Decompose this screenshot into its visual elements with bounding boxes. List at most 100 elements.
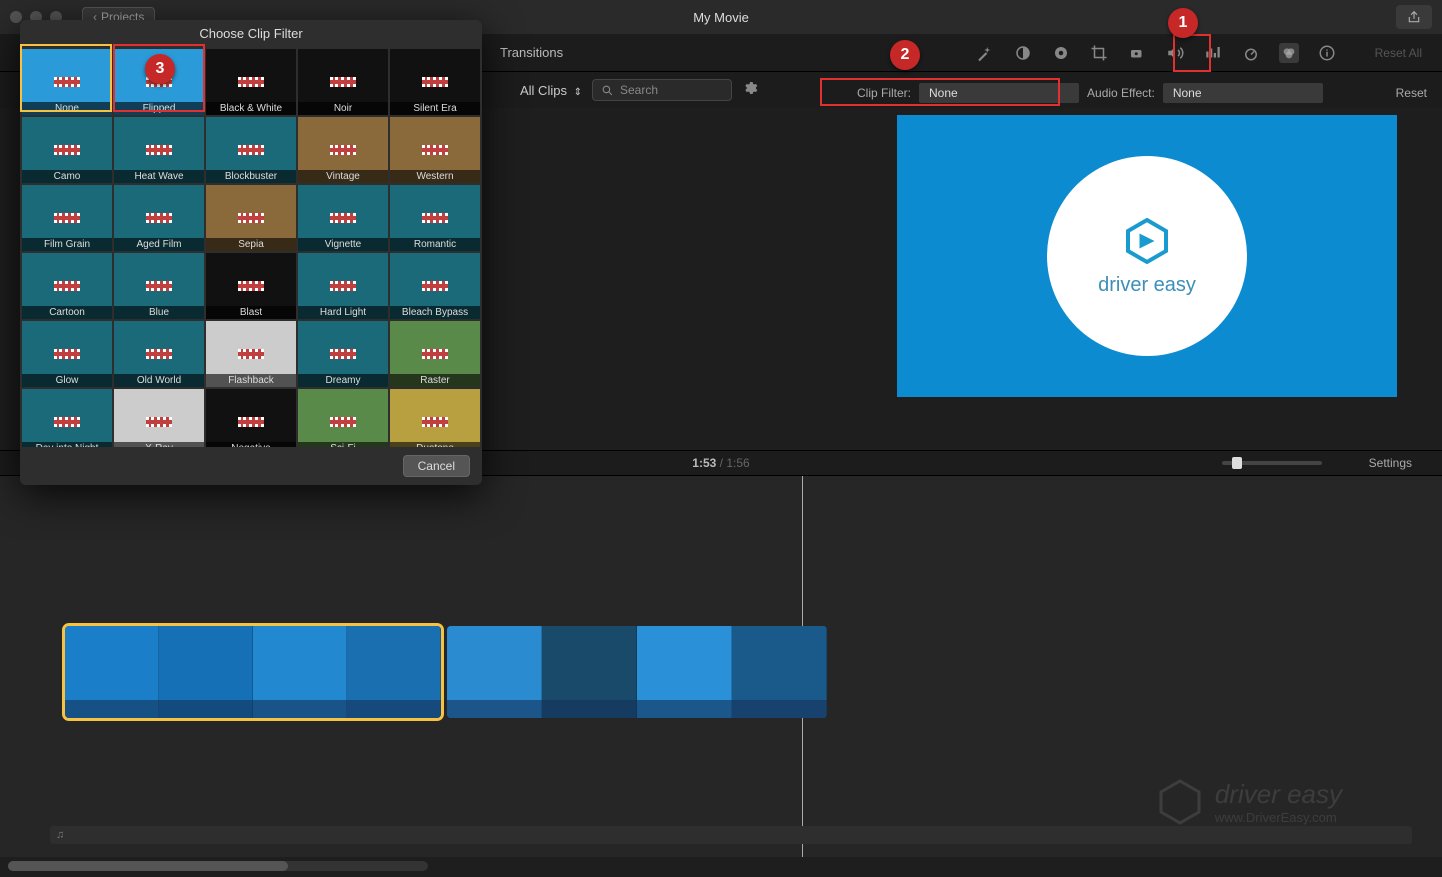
timeline-clip[interactable] bbox=[447, 626, 827, 718]
filter-item-label: Vintage bbox=[298, 170, 388, 183]
audio-effect-dropdown[interactable]: None bbox=[1163, 83, 1323, 103]
filter-item-label: Sepia bbox=[206, 238, 296, 251]
filter-item-black-white[interactable]: Black & White bbox=[206, 49, 296, 115]
filter-item-film-grain[interactable]: Film Grain bbox=[22, 185, 112, 251]
search-placeholder: Search bbox=[620, 83, 658, 97]
filter-item-vignette[interactable]: Vignette bbox=[298, 185, 388, 251]
timeline-settings-button[interactable]: Settings bbox=[1369, 456, 1412, 470]
horizontal-scrollbar[interactable] bbox=[8, 861, 428, 871]
filter-item-vintage[interactable]: Vintage bbox=[298, 117, 388, 183]
audio-effect-label: Audio Effect: bbox=[1087, 86, 1155, 100]
modal-footer: Cancel bbox=[20, 447, 482, 485]
clips-filter-label: All Clips bbox=[520, 83, 567, 98]
filter-item-raster[interactable]: Raster bbox=[390, 321, 480, 387]
filter-item-western[interactable]: Western bbox=[390, 117, 480, 183]
filter-item-x-ray[interactable]: X-Ray bbox=[114, 389, 204, 455]
filter-item-noir[interactable]: Noir bbox=[298, 49, 388, 115]
total-time: 1:56 bbox=[726, 456, 749, 470]
filter-item-negative[interactable]: Negative bbox=[206, 389, 296, 455]
filter-item-label: None bbox=[22, 102, 112, 115]
filter-item-label: Blast bbox=[206, 306, 296, 319]
project-title: My Movie bbox=[693, 10, 749, 25]
filter-item-label: Black & White bbox=[206, 102, 296, 115]
watermark-brand: driver easy bbox=[1215, 779, 1342, 810]
close-window-icon[interactable] bbox=[10, 11, 22, 23]
zoom-slider-thumb[interactable] bbox=[1232, 457, 1242, 469]
volume-icon[interactable] bbox=[1165, 43, 1185, 63]
hexagon-logo-icon bbox=[1122, 216, 1172, 266]
filter-item-duotone[interactable]: Duotone bbox=[390, 389, 480, 455]
stabilize-icon[interactable] bbox=[1127, 43, 1147, 63]
timeline-clip-selected[interactable] bbox=[65, 626, 441, 718]
modal-title: Choose Clip Filter bbox=[20, 20, 482, 47]
filter-item-label: Noir bbox=[298, 102, 388, 115]
filter-item-blast[interactable]: Blast bbox=[206, 253, 296, 319]
filter-item-old-world[interactable]: Old World bbox=[114, 321, 204, 387]
color-balance-icon[interactable] bbox=[1013, 43, 1033, 63]
filter-item-label: Heat Wave bbox=[114, 170, 204, 183]
preview-brand-text: driver easy bbox=[1098, 274, 1196, 297]
current-time: 1:53 bbox=[692, 456, 716, 470]
filter-item-label: Blue bbox=[114, 306, 204, 319]
scrollbar-thumb[interactable] bbox=[8, 861, 288, 871]
filter-item-sci-fi[interactable]: Sci-Fi bbox=[298, 389, 388, 455]
share-icon bbox=[1407, 10, 1421, 24]
callout-3: 3 bbox=[145, 54, 175, 84]
share-button[interactable] bbox=[1396, 5, 1432, 29]
video-preview[interactable]: driver easy bbox=[897, 115, 1397, 397]
filter-item-blockbuster[interactable]: Blockbuster bbox=[206, 117, 296, 183]
filter-item-label: Film Grain bbox=[22, 238, 112, 251]
filter-item-aged-film[interactable]: Aged Film bbox=[114, 185, 204, 251]
timeline-area[interactable]: ♫ driver easy www.DriverEasy.com bbox=[0, 476, 1442, 857]
filter-item-hard-light[interactable]: Hard Light bbox=[298, 253, 388, 319]
filter-item-day-into-night[interactable]: Day into Night bbox=[22, 389, 112, 455]
tab-transitions[interactable]: Transitions bbox=[500, 45, 563, 60]
magic-wand-icon[interactable] bbox=[975, 43, 995, 63]
filter-item-silent-era[interactable]: Silent Era bbox=[390, 49, 480, 115]
filter-item-label: Dreamy bbox=[298, 374, 388, 387]
filter-item-label: Aged Film bbox=[114, 238, 204, 251]
cancel-button[interactable]: Cancel bbox=[403, 455, 470, 477]
filter-item-glow[interactable]: Glow bbox=[22, 321, 112, 387]
reset-all-button[interactable]: Reset All bbox=[1375, 46, 1422, 60]
music-note-icon: ♫ bbox=[56, 829, 64, 841]
watermark: driver easy www.DriverEasy.com bbox=[1155, 777, 1342, 827]
clip-inspector-bar: Clip Filter: None Audio Effect: None Res… bbox=[842, 78, 1442, 108]
search-icon bbox=[601, 84, 614, 97]
filter-item-flashback[interactable]: Flashback bbox=[206, 321, 296, 387]
filter-item-heat-wave[interactable]: Heat Wave bbox=[114, 117, 204, 183]
clips-filter-dropdown[interactable]: All Clips ⇕ bbox=[520, 83, 582, 98]
clip-filter-dropdown[interactable]: None bbox=[919, 83, 1079, 103]
filter-item-label: Blockbuster bbox=[206, 170, 296, 183]
filter-item-label: Vignette bbox=[298, 238, 388, 251]
filter-item-bleach-bypass[interactable]: Bleach Bypass bbox=[390, 253, 480, 319]
watermark-hexagon-icon bbox=[1155, 777, 1205, 827]
clip-filter-modal: Choose Clip Filter NoneFlippedBlack & Wh… bbox=[20, 20, 482, 485]
zoom-slider[interactable] bbox=[1222, 461, 1322, 465]
filter-item-none[interactable]: None bbox=[22, 49, 112, 115]
preview-logo-circle: driver easy bbox=[1047, 156, 1247, 356]
filter-item-label: Camo bbox=[22, 170, 112, 183]
crop-icon[interactable] bbox=[1089, 43, 1109, 63]
filter-item-blue[interactable]: Blue bbox=[114, 253, 204, 319]
reset-button[interactable]: Reset bbox=[1396, 86, 1427, 100]
filter-item-camo[interactable]: Camo bbox=[22, 117, 112, 183]
gear-icon[interactable] bbox=[742, 80, 758, 101]
info-icon[interactable] bbox=[1317, 43, 1337, 63]
filter-item-label: Raster bbox=[390, 374, 480, 387]
filter-item-sepia[interactable]: Sepia bbox=[206, 185, 296, 251]
callout-1: 1 bbox=[1168, 8, 1198, 38]
search-input[interactable]: Search bbox=[592, 79, 732, 101]
timeline-clips-track bbox=[65, 626, 827, 718]
speed-icon[interactable] bbox=[1241, 43, 1261, 63]
filter-item-label: Old World bbox=[114, 374, 204, 387]
filter-item-dreamy[interactable]: Dreamy bbox=[298, 321, 388, 387]
playhead-time: 1:53 / 1:56 bbox=[692, 456, 749, 470]
audio-track-row[interactable]: ♫ bbox=[50, 826, 1412, 844]
color-wheel-icon[interactable] bbox=[1051, 43, 1071, 63]
clip-filter-icon[interactable] bbox=[1279, 43, 1299, 63]
filter-item-label: Romantic bbox=[390, 238, 480, 251]
eq-icon[interactable] bbox=[1203, 43, 1223, 63]
filter-item-cartoon[interactable]: Cartoon bbox=[22, 253, 112, 319]
filter-item-romantic[interactable]: Romantic bbox=[390, 185, 480, 251]
